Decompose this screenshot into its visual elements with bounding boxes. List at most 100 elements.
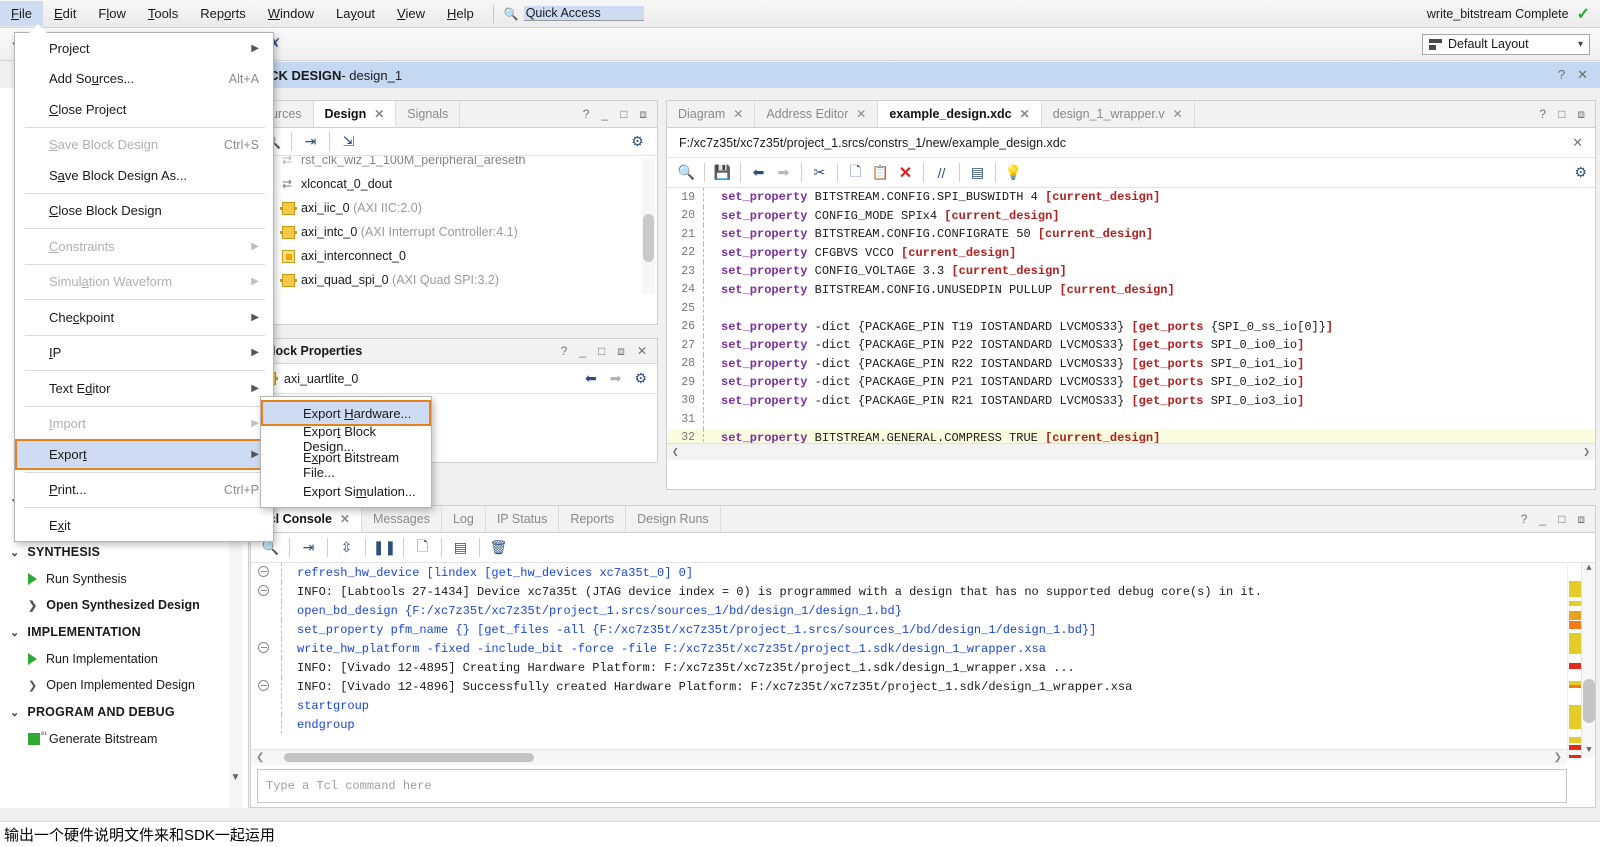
pause-icon[interactable]: ❚❚	[373, 537, 396, 559]
menu-help[interactable]: Help	[436, 1, 485, 26]
bulb-icon[interactable]: 💡	[1002, 162, 1025, 184]
scroll-right-arrow[interactable]: ❯	[1583, 445, 1590, 459]
quick-access[interactable]: 🔍 Quick Access	[504, 6, 644, 21]
console-marker[interactable]	[1569, 633, 1581, 654]
console-marker[interactable]	[1569, 601, 1581, 606]
file-menu-item-close-project[interactable]: Close Project	[15, 94, 273, 125]
scroll-right-arrow[interactable]: ❯	[1554, 752, 1567, 763]
maximize-icon[interactable]: □	[1558, 512, 1565, 526]
help-icon[interactable]: ?	[1539, 107, 1546, 121]
expand-icon[interactable]: ⇳	[335, 537, 358, 559]
arrow-right-icon[interactable]: ➡	[610, 370, 622, 387]
design-tree-scrollbar[interactable]	[642, 158, 655, 294]
tcl-console-output[interactable]: refresh_hw_device [lindex [get_hw_device…	[251, 563, 1595, 758]
tcl-console-vertical-scrollbar[interactable]: ▲ ▼	[1581, 563, 1595, 758]
tree-row[interactable]: ❯axi_intc_0 (AXI Interrupt Controller:4.…	[253, 220, 657, 244]
scroll-up-arrow[interactable]: ▲	[1582, 563, 1595, 576]
help-icon[interactable]: ?	[561, 344, 568, 359]
menu-view[interactable]: View	[386, 1, 436, 26]
maximize-icon[interactable]: □	[1558, 107, 1565, 121]
file-menu-item-exit[interactable]: Exit	[15, 510, 273, 541]
float-icon[interactable]: ⧈	[1577, 512, 1585, 527]
file-menu-item-save-block-design-as[interactable]: Save Block Design As...	[15, 160, 273, 191]
help-icon[interactable]: ?	[583, 107, 590, 121]
file-menu-item-close-block-design[interactable]: Close Block Design	[15, 196, 273, 227]
gear-icon[interactable]: ⚙	[634, 370, 647, 387]
flow-item-open-implemented-design[interactable]: ❯ Open Implemented Design	[0, 672, 248, 698]
menu-tools[interactable]: Tools	[137, 1, 189, 26]
flow-section-program-and-debug[interactable]: ⌄ PROGRAM AND DEBUG	[0, 698, 248, 726]
help-icon[interactable]: ?	[1558, 67, 1565, 83]
scroll-down-arrow[interactable]: ▼	[1582, 745, 1595, 758]
menu-flow[interactable]: Flow	[87, 1, 136, 26]
paste-icon[interactable]: 📋	[869, 162, 892, 184]
export-submenu-item-export-bitstream-file[interactable]: Export Bitstream File...	[261, 450, 431, 480]
close-icon[interactable]: ✕	[1577, 67, 1588, 83]
flow-section-synthesis[interactable]: ⌄ SYNTHESIS	[0, 538, 248, 566]
tree-row[interactable]: ❯axi_iic_0 (AXI IIC:2.0)	[253, 196, 657, 220]
close-icon[interactable]: ✕	[1173, 107, 1183, 121]
scrollbar-thumb[interactable]	[643, 214, 654, 262]
file-menu-item-print[interactable]: Print... Ctrl+P	[15, 475, 273, 506]
close-icon[interactable]: ✕	[856, 107, 866, 121]
tab-diagram[interactable]: Diagram ✕	[667, 101, 756, 127]
close-icon[interactable]: ✕	[637, 344, 647, 359]
scrollbar-thumb[interactable]	[284, 753, 535, 762]
flow-item-run-synthesis[interactable]: Run Synthesis	[0, 566, 248, 592]
menu-window[interactable]: Window	[257, 1, 325, 26]
expand-all-icon[interactable]: ⇲	[337, 131, 360, 153]
copy-icon[interactable]: 🗋	[411, 537, 434, 559]
trash-icon[interactable]: 🗑	[487, 537, 510, 559]
menu-file[interactable]: File	[0, 1, 43, 26]
console-marker[interactable]	[1569, 581, 1581, 597]
console-marker[interactable]	[1569, 685, 1581, 688]
console-marker[interactable]	[1569, 705, 1581, 729]
tab-example-design-xdc[interactable]: example_design.xdc ✕	[878, 101, 1042, 127]
console-marker[interactable]	[1569, 737, 1581, 743]
scroll-left-arrow[interactable]: ❮	[672, 445, 679, 459]
tree-row[interactable]: ⇄ xlconcat_0_dout	[253, 172, 657, 196]
minimize-icon[interactable]: _	[601, 107, 608, 121]
tcl-console-horizontal-scrollbar[interactable]: ❮ ❯	[251, 749, 1567, 765]
float-icon[interactable]: ⧈	[1577, 107, 1585, 122]
arrow-left-icon[interactable]: ⬅	[585, 370, 597, 387]
copy-icon[interactable]: 🗋	[844, 162, 867, 184]
export-submenu-item-export-block-design[interactable]: Export Block Design...	[261, 424, 431, 454]
file-menu-item-ip[interactable]: IP ▶	[15, 338, 273, 369]
menu-layout[interactable]: Layout	[325, 1, 386, 26]
scrollbar-thumb[interactable]	[1583, 679, 1595, 723]
undo-icon[interactable]: ⬅	[747, 162, 770, 184]
tcl-command-input[interactable]: Type a Tcl command here	[257, 769, 1567, 803]
file-menu-item-checkpoint[interactable]: Checkpoint ▶	[15, 302, 273, 333]
tab-signals[interactable]: Signals	[396, 101, 461, 127]
console-marker[interactable]	[1569, 755, 1581, 758]
tab-design-1-wrapper-v[interactable]: design_1_wrapper.v ✕	[1042, 101, 1195, 127]
scroll-down-arrow[interactable]: ▼	[229, 772, 242, 786]
redo-icon[interactable]: ➡	[772, 162, 795, 184]
collapse-all-icon[interactable]: ⇥	[299, 131, 322, 153]
file-menu-item-add-sources[interactable]: Add Sources... Alt+A	[15, 64, 273, 95]
console-marker[interactable]	[1569, 621, 1581, 629]
comment-icon[interactable]: //	[930, 162, 953, 184]
gear-icon[interactable]: ⚙	[1574, 164, 1587, 181]
fold-toggle-icon[interactable]	[251, 642, 275, 654]
maximize-icon[interactable]: □	[620, 107, 627, 121]
layout-selector[interactable]: Default Layout ▾	[1422, 33, 1590, 55]
code-text-area[interactable]: 19 set_property BITSTREAM.CONFIG.SPI_BUSW…	[667, 188, 1595, 460]
maximize-icon[interactable]: □	[598, 344, 605, 359]
console-marker[interactable]	[1569, 663, 1581, 669]
close-icon[interactable]: ✕	[1572, 135, 1583, 151]
menu-edit[interactable]: Edit	[43, 1, 87, 26]
flow-item-run-implementation[interactable]: Run Implementation	[0, 646, 248, 672]
minimize-icon[interactable]: _	[579, 344, 586, 359]
tree-row[interactable]: ❯axi_interconnect_0	[253, 244, 657, 268]
save-icon[interactable]: 💾	[711, 162, 734, 184]
tab-ip-status[interactable]: IP Status	[486, 506, 560, 532]
tab-address-editor[interactable]: Address Editor ✕	[755, 101, 879, 127]
flow-item-open-synthesized-design[interactable]: ❯ Open Synthesized Design	[0, 592, 248, 618]
fold-toggle-icon[interactable]	[251, 585, 275, 597]
close-icon[interactable]: ✕	[733, 107, 743, 121]
console-marker[interactable]	[1569, 611, 1581, 620]
console-marker[interactable]	[1569, 745, 1581, 750]
indent-icon[interactable]: ▤	[966, 162, 989, 184]
